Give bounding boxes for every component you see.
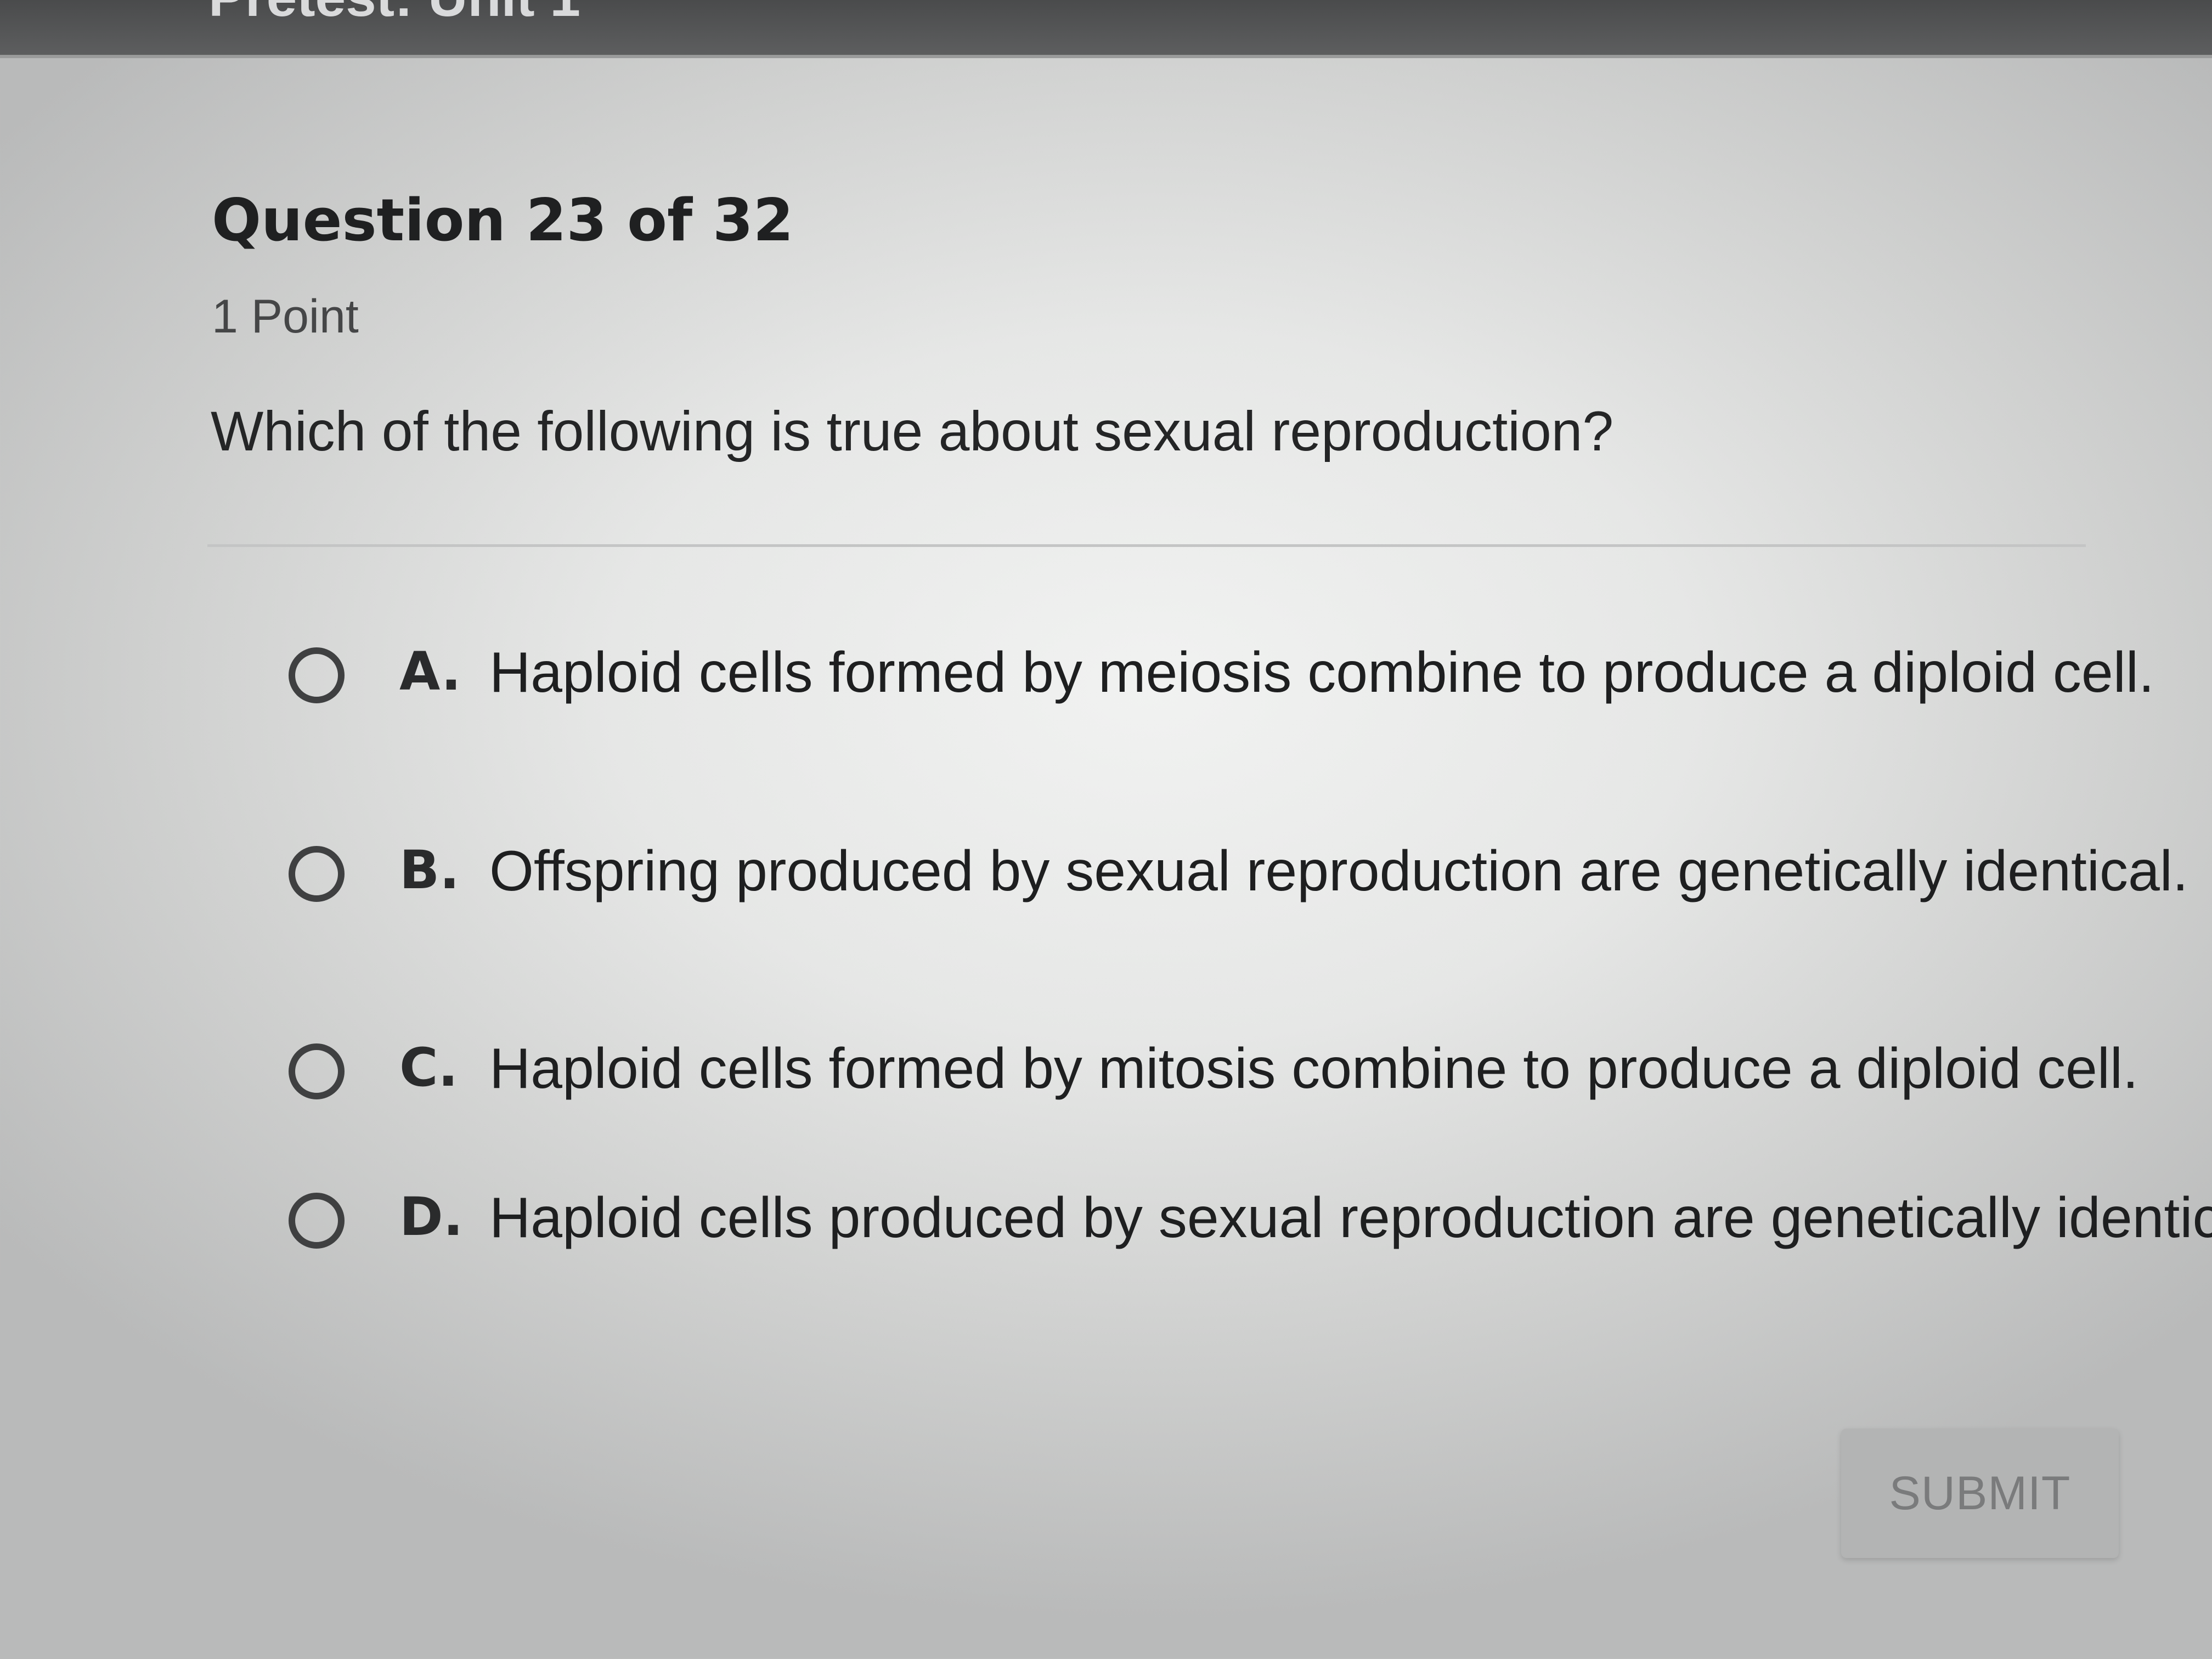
option-text[interactable]: Haploid cells formed by meiosis combine …	[489, 637, 2212, 708]
option-letter: D.	[399, 1186, 464, 1248]
header-title: Pretest: Unit 1	[208, 0, 580, 29]
radio-button-d[interactable]	[289, 1193, 345, 1249]
radio-button-b[interactable]	[289, 846, 345, 902]
option-text[interactable]: Haploid cells formed by mitosis combine …	[489, 1034, 2212, 1104]
option-letter: A.	[399, 641, 461, 702]
header-bar: Pretest: Unit 1	[0, 0, 2212, 55]
option-letter: B.	[399, 839, 460, 901]
question-prompt: Which of the following is true about sex…	[211, 400, 1614, 462]
question-title: Question 23 of 32	[212, 187, 794, 254]
option-letter: C.	[399, 1037, 458, 1098]
option-text[interactable]: Offspring produced by sexual reproductio…	[489, 836, 2212, 906]
header-divider	[0, 55, 2212, 58]
question-points: 1 Point	[212, 290, 359, 343]
submit-button[interactable]: SUBMIT	[1841, 1429, 2119, 1558]
divider	[207, 544, 2086, 547]
radio-button-c[interactable]	[289, 1043, 345, 1099]
radio-button-a[interactable]	[289, 647, 345, 703]
option-text[interactable]: Haploid cells produced by sexual reprodu…	[489, 1183, 2212, 1253]
